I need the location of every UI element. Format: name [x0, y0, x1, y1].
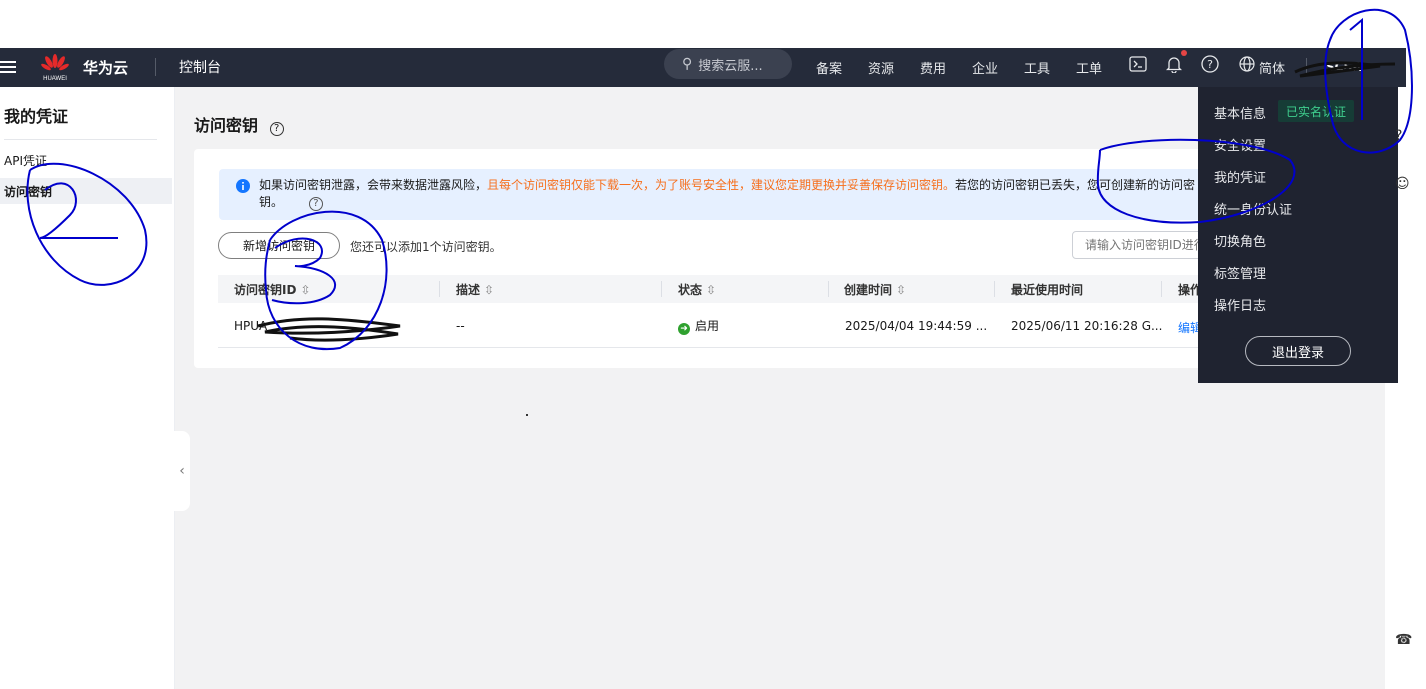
description-cell: --	[456, 319, 465, 333]
dropdown-item-tag-management[interactable]: 标签管理	[1214, 263, 1266, 282]
nav-billing[interactable]: 费用	[920, 58, 946, 77]
nav-enterprise[interactable]: 企业	[972, 58, 998, 77]
alert-text-3: 若您的访问密钥已丢失，您可创建新的访问密	[955, 178, 1196, 192]
notification-badge	[1181, 50, 1187, 56]
search-icon: ⚲	[682, 56, 693, 72]
column-header-last-used[interactable]: 最近使用时间	[1011, 281, 1083, 298]
console-link[interactable]: 控制台	[179, 57, 221, 77]
info-icon	[236, 179, 250, 193]
huawei-logo[interactable]: HUAWEI	[38, 52, 72, 83]
column-separator	[661, 281, 662, 297]
nav-filing[interactable]: 备案	[816, 58, 842, 77]
status-enabled-icon: ➜	[678, 323, 690, 335]
globe-icon[interactable]	[1237, 54, 1257, 74]
add-access-key-button[interactable]: 新增访问密钥	[218, 232, 340, 259]
column-header-created[interactable]: 创建时间 ⇳	[844, 281, 906, 298]
column-header-description[interactable]: 描述 ⇳	[456, 281, 494, 298]
sort-icon[interactable]: ⇳	[706, 283, 716, 297]
top-nav-bar: HUAWEI 华为云 控制台 ⚲ 搜索云服... 备案 资源 费用 企业 工具 …	[0, 48, 1406, 87]
sidebar-divider	[4, 139, 157, 140]
sort-icon[interactable]: ⇳	[896, 283, 906, 297]
floating-feedback-icon[interactable]: ☺	[1395, 176, 1410, 192]
collapse-sidebar-button[interactable]: ‹	[174, 431, 190, 511]
page-title: 访问密钥 ?	[194, 112, 284, 136]
sidebar-item-api-credentials[interactable]: API凭证	[0, 147, 172, 173]
column-separator	[439, 281, 440, 297]
chevron-left-icon: ‹	[179, 463, 185, 479]
verified-badge: 已实名认证	[1278, 100, 1355, 122]
sidebar-title: 我的凭证	[4, 107, 69, 126]
column-header-id-label: 访问密钥ID	[234, 283, 297, 297]
account-dropdown: 基本信息 已实名认证 安全设置 我的凭证 统一身份认证 切换角色 标签管理 操作…	[1198, 87, 1398, 383]
header-divider-2	[1306, 58, 1307, 76]
alert-text-1: 如果访问密钥泄露，会带来数据泄露风险，	[259, 178, 488, 192]
nav-tools[interactable]: 工具	[1024, 58, 1050, 77]
menu-icon[interactable]	[0, 58, 16, 76]
logout-button[interactable]: 退出登录	[1245, 336, 1351, 366]
dropdown-item-switch-role[interactable]: 切换角色	[1214, 231, 1266, 250]
brand-name[interactable]: 华为云	[83, 57, 128, 78]
page-title-text: 访问密钥	[194, 116, 259, 135]
language-switch[interactable]: 简体	[1259, 58, 1285, 77]
quota-text: 您还可以添加1个访问密钥。	[350, 240, 502, 254]
column-header-created-label: 创建时间	[844, 283, 893, 297]
last-used-cell: 2025/06/11 20:16:28 G...	[1011, 319, 1163, 333]
column-separator	[1161, 281, 1162, 297]
user-menu[interactable]: SCSA	[1326, 60, 1362, 74]
stray-dot	[526, 414, 528, 416]
header-divider	[155, 58, 156, 76]
sidebar-item-access-keys[interactable]: 访问密钥	[0, 178, 172, 204]
column-separator	[828, 281, 829, 297]
status-cell: ➜ 启用	[678, 317, 719, 335]
help-icon[interactable]: ?	[269, 121, 284, 136]
column-header-status[interactable]: 状态 ⇳	[678, 281, 716, 298]
alert-warning-text: 且每个访问密钥仅能下载一次，为了账号安全性，建议您定期更换并妥善保存访问密钥。	[487, 178, 956, 192]
dropdown-item-operation-log[interactable]: 操作日志	[1214, 295, 1266, 314]
dropdown-item-security-settings[interactable]: 安全设置	[1214, 135, 1266, 154]
bell-icon[interactable]	[1164, 54, 1184, 74]
floating-service-icon[interactable]: ☎	[1395, 632, 1412, 648]
created-time-cell: 2025/04/04 19:44:59 ...	[845, 319, 988, 333]
column-separator	[994, 281, 995, 297]
column-header-status-label: 状态	[678, 283, 703, 297]
access-key-id: HPUA	[234, 319, 268, 333]
dropdown-item-my-credentials[interactable]: 我的凭证	[1214, 167, 1266, 186]
help-icon[interactable]: ?	[1200, 54, 1220, 74]
dropdown-item-iam[interactable]: 统一身份认证	[1214, 199, 1292, 218]
alert-text-4: 钥。	[259, 195, 284, 209]
svg-text:?: ?	[1207, 58, 1213, 71]
status-text: 启用	[695, 319, 720, 333]
column-header-description-label: 描述	[456, 283, 481, 297]
sort-icon[interactable]: ⇳	[300, 283, 310, 297]
sort-icon[interactable]: ⇳	[484, 283, 494, 297]
nav-tickets[interactable]: 工单	[1076, 58, 1102, 77]
dropdown-item-basic-info[interactable]: 基本信息	[1214, 103, 1266, 122]
floating-help-icon[interactable]: ?	[1395, 128, 1402, 144]
column-header-id[interactable]: 访问密钥ID ⇳	[234, 281, 311, 298]
global-search[interactable]: ⚲ 搜索云服...	[664, 49, 792, 79]
logo-text: HUAWEI	[43, 76, 67, 82]
terminal-icon[interactable]	[1128, 54, 1148, 74]
nav-resources[interactable]: 资源	[868, 58, 894, 77]
sidebar: 我的凭证 API凭证 访问密钥	[0, 87, 175, 689]
alert-help-icon[interactable]: ?	[308, 196, 323, 211]
global-search-placeholder: 搜索云服...	[698, 58, 763, 74]
